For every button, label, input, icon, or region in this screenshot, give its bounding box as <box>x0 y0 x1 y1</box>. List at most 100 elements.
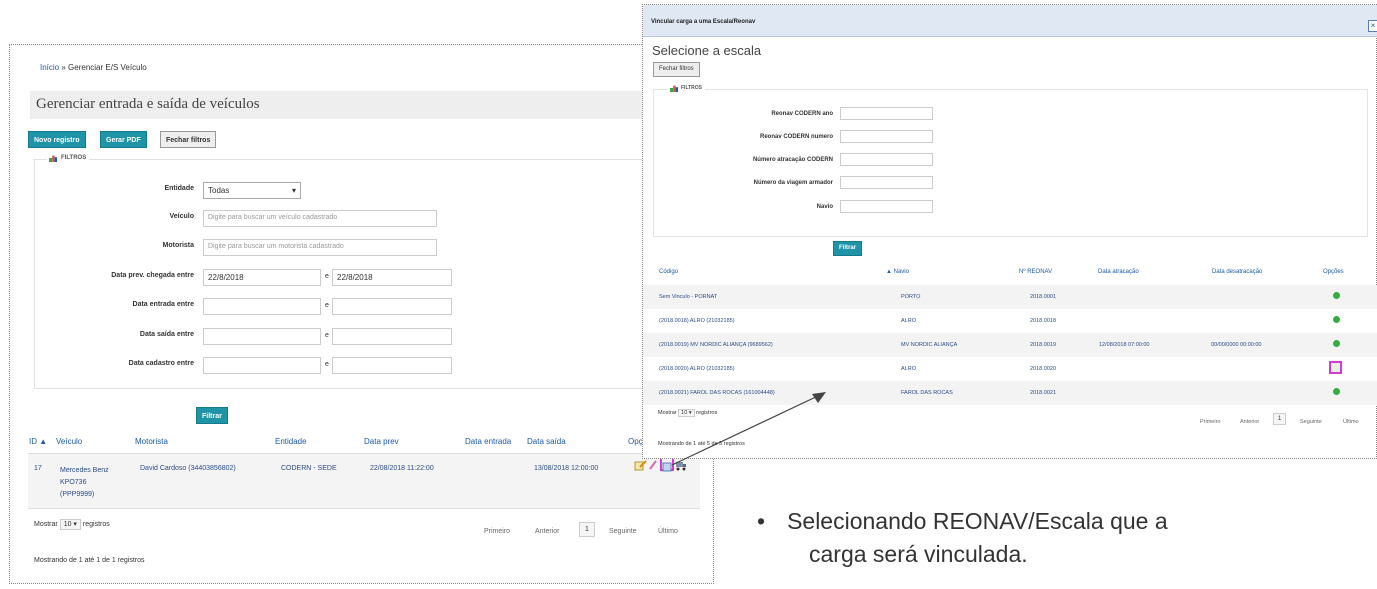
col-data-atracacao[interactable]: Data atracação <box>1098 269 1139 275</box>
cell-navio: ALRO <box>901 366 916 372</box>
select-check-icon[interactable] <box>1333 292 1340 299</box>
prev-date-to[interactable]: 22/8/2018 <box>332 269 452 286</box>
modal-pager-prev[interactable]: Anterior <box>1240 419 1259 425</box>
entry-date-label: Data entrada entre <box>132 301 194 308</box>
entidade-label: Entidade <box>164 185 194 192</box>
reonav-ano-input[interactable] <box>840 107 933 120</box>
register-date-from[interactable] <box>203 357 321 374</box>
col-data-desatracacao[interactable]: Data desatracação <box>1212 269 1262 275</box>
entry-date-from[interactable] <box>203 298 321 315</box>
pencil-icon[interactable] <box>648 459 658 471</box>
reonav-numero-input[interactable] <box>840 130 933 143</box>
exit-date-to[interactable] <box>332 328 452 345</box>
pager-prev[interactable]: Anterior <box>535 528 560 535</box>
modal-heading: Selecione a escala <box>652 43 762 58</box>
motorista-input[interactable]: Digite para buscar um motorista cadastra… <box>203 239 437 256</box>
col-data-prev[interactable]: Data prev <box>364 437 399 446</box>
modal-filter-button[interactable]: Filtrar <box>833 241 863 256</box>
cell-motorista: David Cardoso (34403856802) <box>140 465 236 472</box>
viagem-armador-input[interactable] <box>840 176 933 189</box>
modal-close-filters-button[interactable]: Fechar filtros <box>653 62 700 77</box>
generate-pdf-button[interactable]: Gerar PDF <box>100 131 147 148</box>
table-row[interactable] <box>643 309 1377 333</box>
close-filters-button[interactable]: Fechar filtros <box>160 131 217 148</box>
close-icon[interactable]: × <box>1368 20 1377 32</box>
annotation-arrow <box>671 392 826 466</box>
new-record-button[interactable]: Novo registro <box>28 131 86 148</box>
and-label: e <box>325 273 329 280</box>
select-check-icon[interactable] <box>1333 388 1340 395</box>
cell-data-atracacao: 12/08/2018 07:00:00 <box>1099 342 1150 348</box>
pager-first[interactable]: Primeiro <box>484 528 510 535</box>
modal-pager-next[interactable]: Seguinte <box>1300 419 1322 425</box>
filters-legend: FILTROS <box>46 154 90 162</box>
modal-pager-last[interactable]: Último <box>1343 419 1359 425</box>
vehicle-screen: Início » Gerenciar E/S Veículo Gerenciar… <box>9 44 714 584</box>
breadcrumb-home-link[interactable]: Início <box>40 63 59 72</box>
col-reonav[interactable]: Nº REONAV <box>1019 269 1052 275</box>
col-data-saida[interactable]: Data saída <box>527 437 566 446</box>
col-motorista[interactable]: Motorista <box>135 437 168 446</box>
register-date-to[interactable] <box>332 357 452 374</box>
page-title: Gerenciar entrada e saída de veículos <box>30 91 690 119</box>
cell-codigo: Sem Vinculo - PORNAT <box>659 294 718 300</box>
exit-date-from[interactable] <box>203 328 321 345</box>
select-check-icon[interactable] <box>1333 316 1340 323</box>
table-row[interactable] <box>643 357 1377 381</box>
veiculo-input[interactable]: Digite para buscar um veículo cadastrado <box>203 210 437 227</box>
entidade-select[interactable]: Todas ▾ <box>203 182 301 199</box>
cell-reonav: 2018.0019 <box>1030 342 1056 348</box>
breadcrumb: Início » Gerenciar E/S Veículo <box>40 63 147 72</box>
pager-last[interactable]: Último <box>658 528 678 535</box>
atracacao-numero-input[interactable] <box>840 153 933 166</box>
cell-navio: PORTO <box>901 294 921 300</box>
filter-icon <box>49 155 57 162</box>
bullet-icon: • <box>757 508 766 534</box>
cell-entidade: CODERN - SEDE <box>281 465 337 472</box>
cell-navio: FAROL DAS ROCAS <box>901 390 953 396</box>
prev-date-label: Data prev. chegada entre <box>111 272 194 279</box>
cell-codigo: (2018.0020) ALRO (21032185) <box>659 366 735 372</box>
cell-navio: ALRO <box>901 318 916 324</box>
col-data-entrada[interactable]: Data entrada <box>465 437 511 446</box>
page-size-select[interactable]: 10 ▾ <box>59 519 81 530</box>
cell-codigo: (2018.0018) ALRO (21032185) <box>659 318 735 324</box>
records-info: Mostrando de 1 até 1 de 1 registros <box>34 557 145 564</box>
pager-current[interactable]: 1 <box>579 522 595 537</box>
veiculo-label: Veículo <box>169 213 194 220</box>
cell-id: 17 <box>34 465 42 472</box>
modal-filters-legend: FILTROS <box>667 84 706 92</box>
register-date-label: Data cadastro entre <box>128 360 194 367</box>
modal-pager-current[interactable]: 1 <box>1273 413 1287 425</box>
explanation-note: • Selecionando REONAV/Escala que a carga … <box>757 505 1357 571</box>
col-opcoes[interactable]: Opções <box>1323 269 1344 275</box>
select-check-icon[interactable] <box>1333 340 1340 347</box>
col-navio[interactable]: ▲ Navio <box>886 269 909 275</box>
col-codigo[interactable]: Código <box>659 269 678 275</box>
modal-pager-first[interactable]: Primeiro <box>1200 419 1220 425</box>
reonav-numero-label: Reonav CODERN numero <box>759 134 833 140</box>
col-veiculo[interactable]: Veículo <box>56 437 82 446</box>
navio-input[interactable] <box>840 200 933 213</box>
cell-reonav: 2018.0018 <box>1030 318 1056 324</box>
prev-date-from[interactable]: 22/8/2018 <box>203 269 321 286</box>
cell-reonav: 2018.0021 <box>1030 390 1056 396</box>
chevron-down-icon: ▾ <box>291 186 296 195</box>
table-row[interactable] <box>643 285 1377 309</box>
table-row[interactable] <box>28 453 700 509</box>
entry-date-to[interactable] <box>332 298 452 315</box>
filter-icon <box>670 85 678 92</box>
filter-button[interactable]: Filtrar <box>196 407 228 424</box>
col-entidade[interactable]: Entidade <box>275 437 307 446</box>
pager-next[interactable]: Seguinte <box>609 528 637 535</box>
and-label: e <box>325 361 329 368</box>
modal-header: Vincular carga a uma Escala/Reonav × <box>643 5 1377 37</box>
navio-label: Navio <box>816 204 833 210</box>
note-line-1: • Selecionando REONAV/Escala que a <box>757 505 1357 538</box>
cell-reonav: 2018.0001 <box>1030 294 1056 300</box>
col-opcoes[interactable]: Opç <box>628 437 643 446</box>
cell-data-saida: 13/08/2018 12:00:00 <box>534 465 599 472</box>
selected-check-icon[interactable] <box>1329 361 1342 374</box>
col-id[interactable]: ID ▲ <box>29 437 47 446</box>
edit-icon[interactable] <box>634 459 648 471</box>
